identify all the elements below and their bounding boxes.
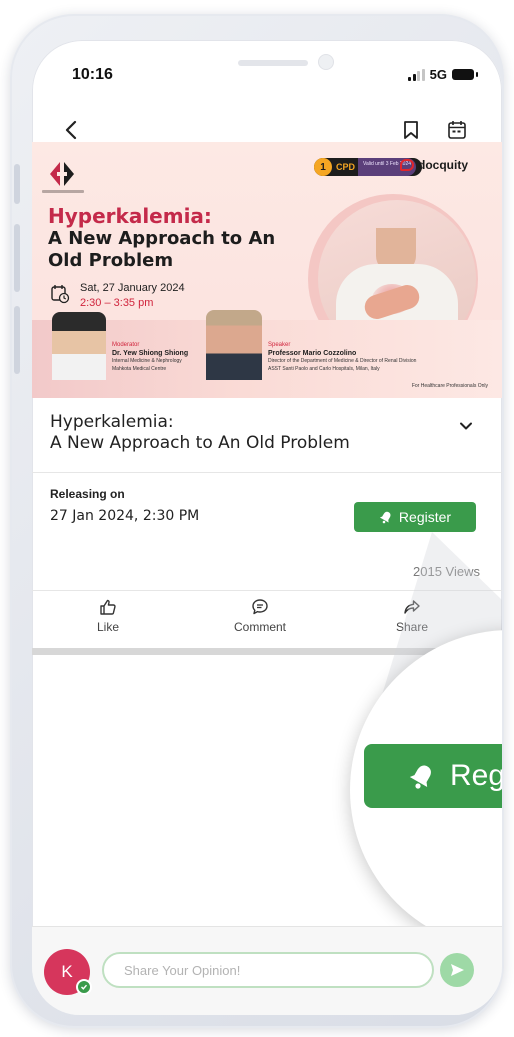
verified-shield-icon <box>76 979 92 995</box>
app-screen: 10:16 5G 1 CPD Valid until 3 Feb 2024 do… <box>32 40 502 1015</box>
bell-icon <box>409 765 431 789</box>
comment-bar: K Share Your Opinion! <box>32 926 502 1015</box>
send-button[interactable] <box>440 953 474 987</box>
zoomed-register-button: Reg <box>364 744 502 808</box>
volume-up-button <box>14 224 20 292</box>
phone-frame: 10:16 5G 1 CPD Valid until 3 Feb 2024 do… <box>10 14 504 1028</box>
opinion-input[interactable]: Share Your Opinion! <box>102 952 434 988</box>
send-icon <box>451 964 464 976</box>
silent-switch <box>14 164 20 204</box>
zoomed-register-label: Reg <box>450 759 502 792</box>
volume-down-button <box>14 306 20 374</box>
